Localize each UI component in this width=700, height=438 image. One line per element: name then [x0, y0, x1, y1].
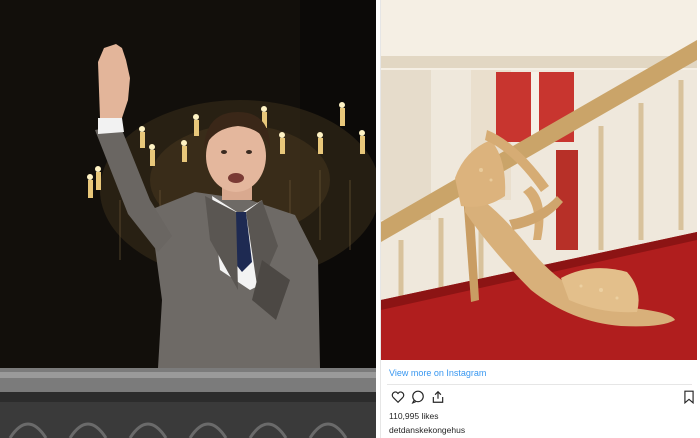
username[interactable]: detdanskekongehus — [389, 425, 465, 435]
left-photo — [0, 0, 376, 438]
share-icon[interactable] — [431, 390, 447, 406]
bookmark-icon[interactable] — [683, 390, 699, 406]
man-waving-photo — [0, 0, 376, 438]
heart-icon[interactable] — [391, 390, 407, 406]
separator — [387, 384, 692, 385]
action-bar — [387, 390, 697, 408]
instagram-embed: View more on Instagram 110,995 likes det… — [380, 0, 700, 438]
gold-sandal-photo — [381, 0, 697, 360]
view-more-link[interactable]: View more on Instagram — [389, 368, 486, 378]
likes-count: 110,995 likes — [389, 411, 439, 421]
page: View more on Instagram 110,995 likes det… — [0, 0, 700, 438]
embed-photo[interactable] — [381, 0, 697, 360]
comment-icon[interactable] — [411, 390, 427, 406]
